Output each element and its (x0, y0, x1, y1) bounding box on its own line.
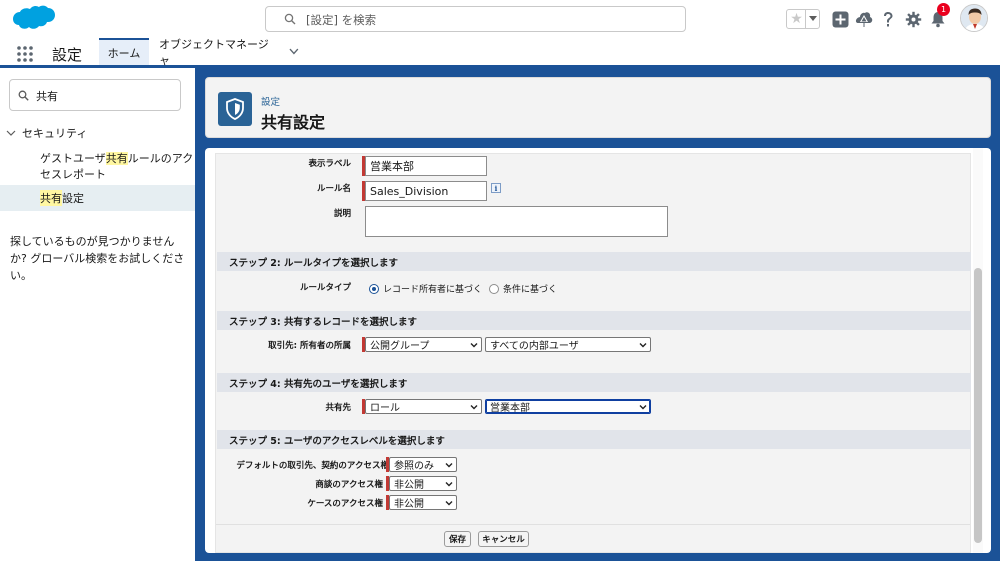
global-search-input[interactable] (306, 11, 666, 28)
tab-home-label: ホーム (107, 46, 141, 60)
info-icon[interactable]: i (491, 183, 501, 193)
save-button[interactable]: 保存 (444, 531, 471, 547)
chevron-down-icon (639, 405, 647, 410)
search-highlight: 共有 (40, 190, 62, 206)
trailhead-icon (855, 11, 873, 27)
case-access-select[interactable]: 非公開 (389, 495, 457, 510)
radio-criteria-based-label: 条件に基づく (503, 285, 558, 295)
radio-criteria-based[interactable]: 条件に基づく (489, 282, 557, 295)
opportunity-access-select-value: 非公開 (394, 480, 424, 491)
rule-type-label: ルールタイプ (299, 283, 351, 293)
account-access-select[interactable]: 参照のみ (389, 457, 457, 472)
rule-name-label: ルール名 (316, 184, 351, 194)
chevron-down-icon (808, 16, 817, 21)
account-access-select-value: 参照のみ (394, 461, 434, 472)
search-icon (18, 90, 29, 101)
scrollbar[interactable] (973, 148, 983, 553)
opportunity-access-label: 商談のアクセス権 (315, 480, 383, 490)
label-field-label: 表示ラベル (308, 159, 351, 169)
global-header: ★ (0, 0, 1000, 38)
chevron-down-icon (470, 405, 478, 410)
search-highlight: 共有 (105, 152, 128, 165)
notification-badge: 1 (937, 3, 950, 16)
sharing-rule-form-panel: 表示ラベル ルール名 i 説明 ステップ 2: ルールタイプを選択します ルール… (205, 148, 991, 553)
avatar[interactable] (960, 4, 988, 32)
setup-button[interactable] (904, 10, 922, 28)
salesforce-logo[interactable] (11, 4, 57, 36)
description-textarea[interactable] (365, 206, 668, 237)
tab-object-manager[interactable]: オブジェクトマネージャ (159, 37, 299, 67)
quick-find-input[interactable] (36, 87, 176, 104)
owner-membership-label: 取引先: 所有者の所属 (268, 341, 351, 351)
radio-button[interactable] (489, 283, 499, 294)
not-found-hint: 探しているものが見つかりませんか? グローバル検索をお試しください。 (10, 235, 185, 282)
favorites-menu-button[interactable] (805, 10, 819, 28)
chevron-down-icon (445, 482, 453, 487)
tree-node-security[interactable]: セキュリティ (6, 125, 87, 141)
chevron-down-icon (445, 463, 453, 468)
tree-node-security-label: セキュリティ (22, 127, 88, 140)
description-label: 説明 (333, 209, 351, 219)
user-avatar-icon (961, 5, 987, 31)
radio-owner-based[interactable]: レコード所有者に基づく (369, 282, 482, 295)
help-icon (884, 11, 893, 26)
shield-icon (218, 92, 252, 126)
opportunity-access-select[interactable]: 非公開 (389, 476, 457, 491)
step-3-header: ステップ 3: 共有するレコードを選択します (217, 311, 971, 330)
global-search[interactable] (265, 6, 686, 32)
app-launcher-button[interactable] (16, 45, 34, 63)
gear-icon (905, 11, 921, 27)
label-field-input[interactable] (365, 156, 487, 176)
app-name: 設定 (52, 46, 83, 64)
tab-home[interactable]: ホーム (99, 38, 149, 65)
case-access-label: ケースのアクセス権 (307, 499, 383, 509)
step-4-header: ステップ 4: 共有先のユーザを選択します (217, 373, 971, 392)
add-icon (832, 11, 848, 27)
help-button[interactable] (879, 10, 897, 28)
divider (216, 524, 970, 525)
scrollbar-thumb[interactable] (974, 268, 982, 543)
page-header: 設定 共有設定 (205, 77, 991, 138)
chevron-down-icon (445, 501, 453, 506)
share-with-role-select[interactable]: 営業本部 (485, 399, 651, 414)
nav-bar: 設定 ホーム オブジェクトマネージャ (0, 38, 1000, 68)
radio-button-selected[interactable] (369, 283, 379, 294)
cancel-button[interactable]: キャンセル (478, 531, 529, 547)
share-with-type-select[interactable]: ロール (365, 399, 482, 414)
chevron-down-icon (639, 343, 647, 348)
search-icon (284, 13, 296, 25)
add-button[interactable] (831, 10, 849, 28)
step-2-header: ステップ 2: ルールタイプを選択します (217, 252, 971, 271)
sharing-rule-form: 表示ラベル ルール名 i 説明 ステップ 2: ルールタイプを選択します ルール… (215, 153, 971, 553)
breadcrumb[interactable]: 設定 (261, 94, 280, 108)
chevron-down-icon[interactable] (289, 48, 299, 55)
favorites-group: ★ (786, 9, 820, 29)
share-with-role-select-value: 営業本部 (490, 403, 530, 414)
owner-type-select-value: 公開グループ (370, 341, 430, 352)
owner-group-select[interactable]: すべての内部ユーザ (485, 337, 651, 352)
page-title: 共有設定 (261, 113, 326, 132)
account-access-label: デフォルトの取引先、契約のアクセス権 (236, 461, 389, 471)
tree-item-sharing-settings[interactable]: 共有 設定 (0, 185, 195, 211)
chevron-down-icon (470, 343, 478, 348)
owner-group-select-value: すべての内部ユーザ (490, 341, 579, 352)
step-5-header: ステップ 5: ユーザのアクセスレベルを選択します (217, 430, 971, 449)
tree-item-guest-user-sharing-report[interactable]: ゲストユーザ共有ルールのアクセスレポート (40, 151, 195, 183)
share-with-type-select-value: ロール (370, 403, 400, 414)
tree-item-text: ゲストユーザ (40, 152, 106, 165)
tab-object-manager-label: オブジェクトマネージャ (159, 37, 269, 67)
case-access-select-value: 非公開 (394, 499, 424, 510)
radio-owner-based-label: レコード所有者に基づく (383, 285, 483, 295)
quick-find-box[interactable] (9, 79, 181, 111)
chevron-down-icon (6, 130, 16, 136)
rule-name-input[interactable] (365, 181, 487, 201)
setup-tree-panel: セキュリティ ゲストユーザ共有ルールのアクセスレポート 共有設定 探しているもの… (0, 68, 195, 561)
trailhead-button[interactable] (855, 10, 873, 28)
tree-item-text: 設定 (62, 192, 84, 205)
star-icon[interactable]: ★ (788, 11, 805, 27)
share-with-label: 共有先 (325, 403, 351, 413)
app-launcher-icon (17, 46, 33, 62)
owner-type-select[interactable]: 公開グループ (365, 337, 482, 352)
